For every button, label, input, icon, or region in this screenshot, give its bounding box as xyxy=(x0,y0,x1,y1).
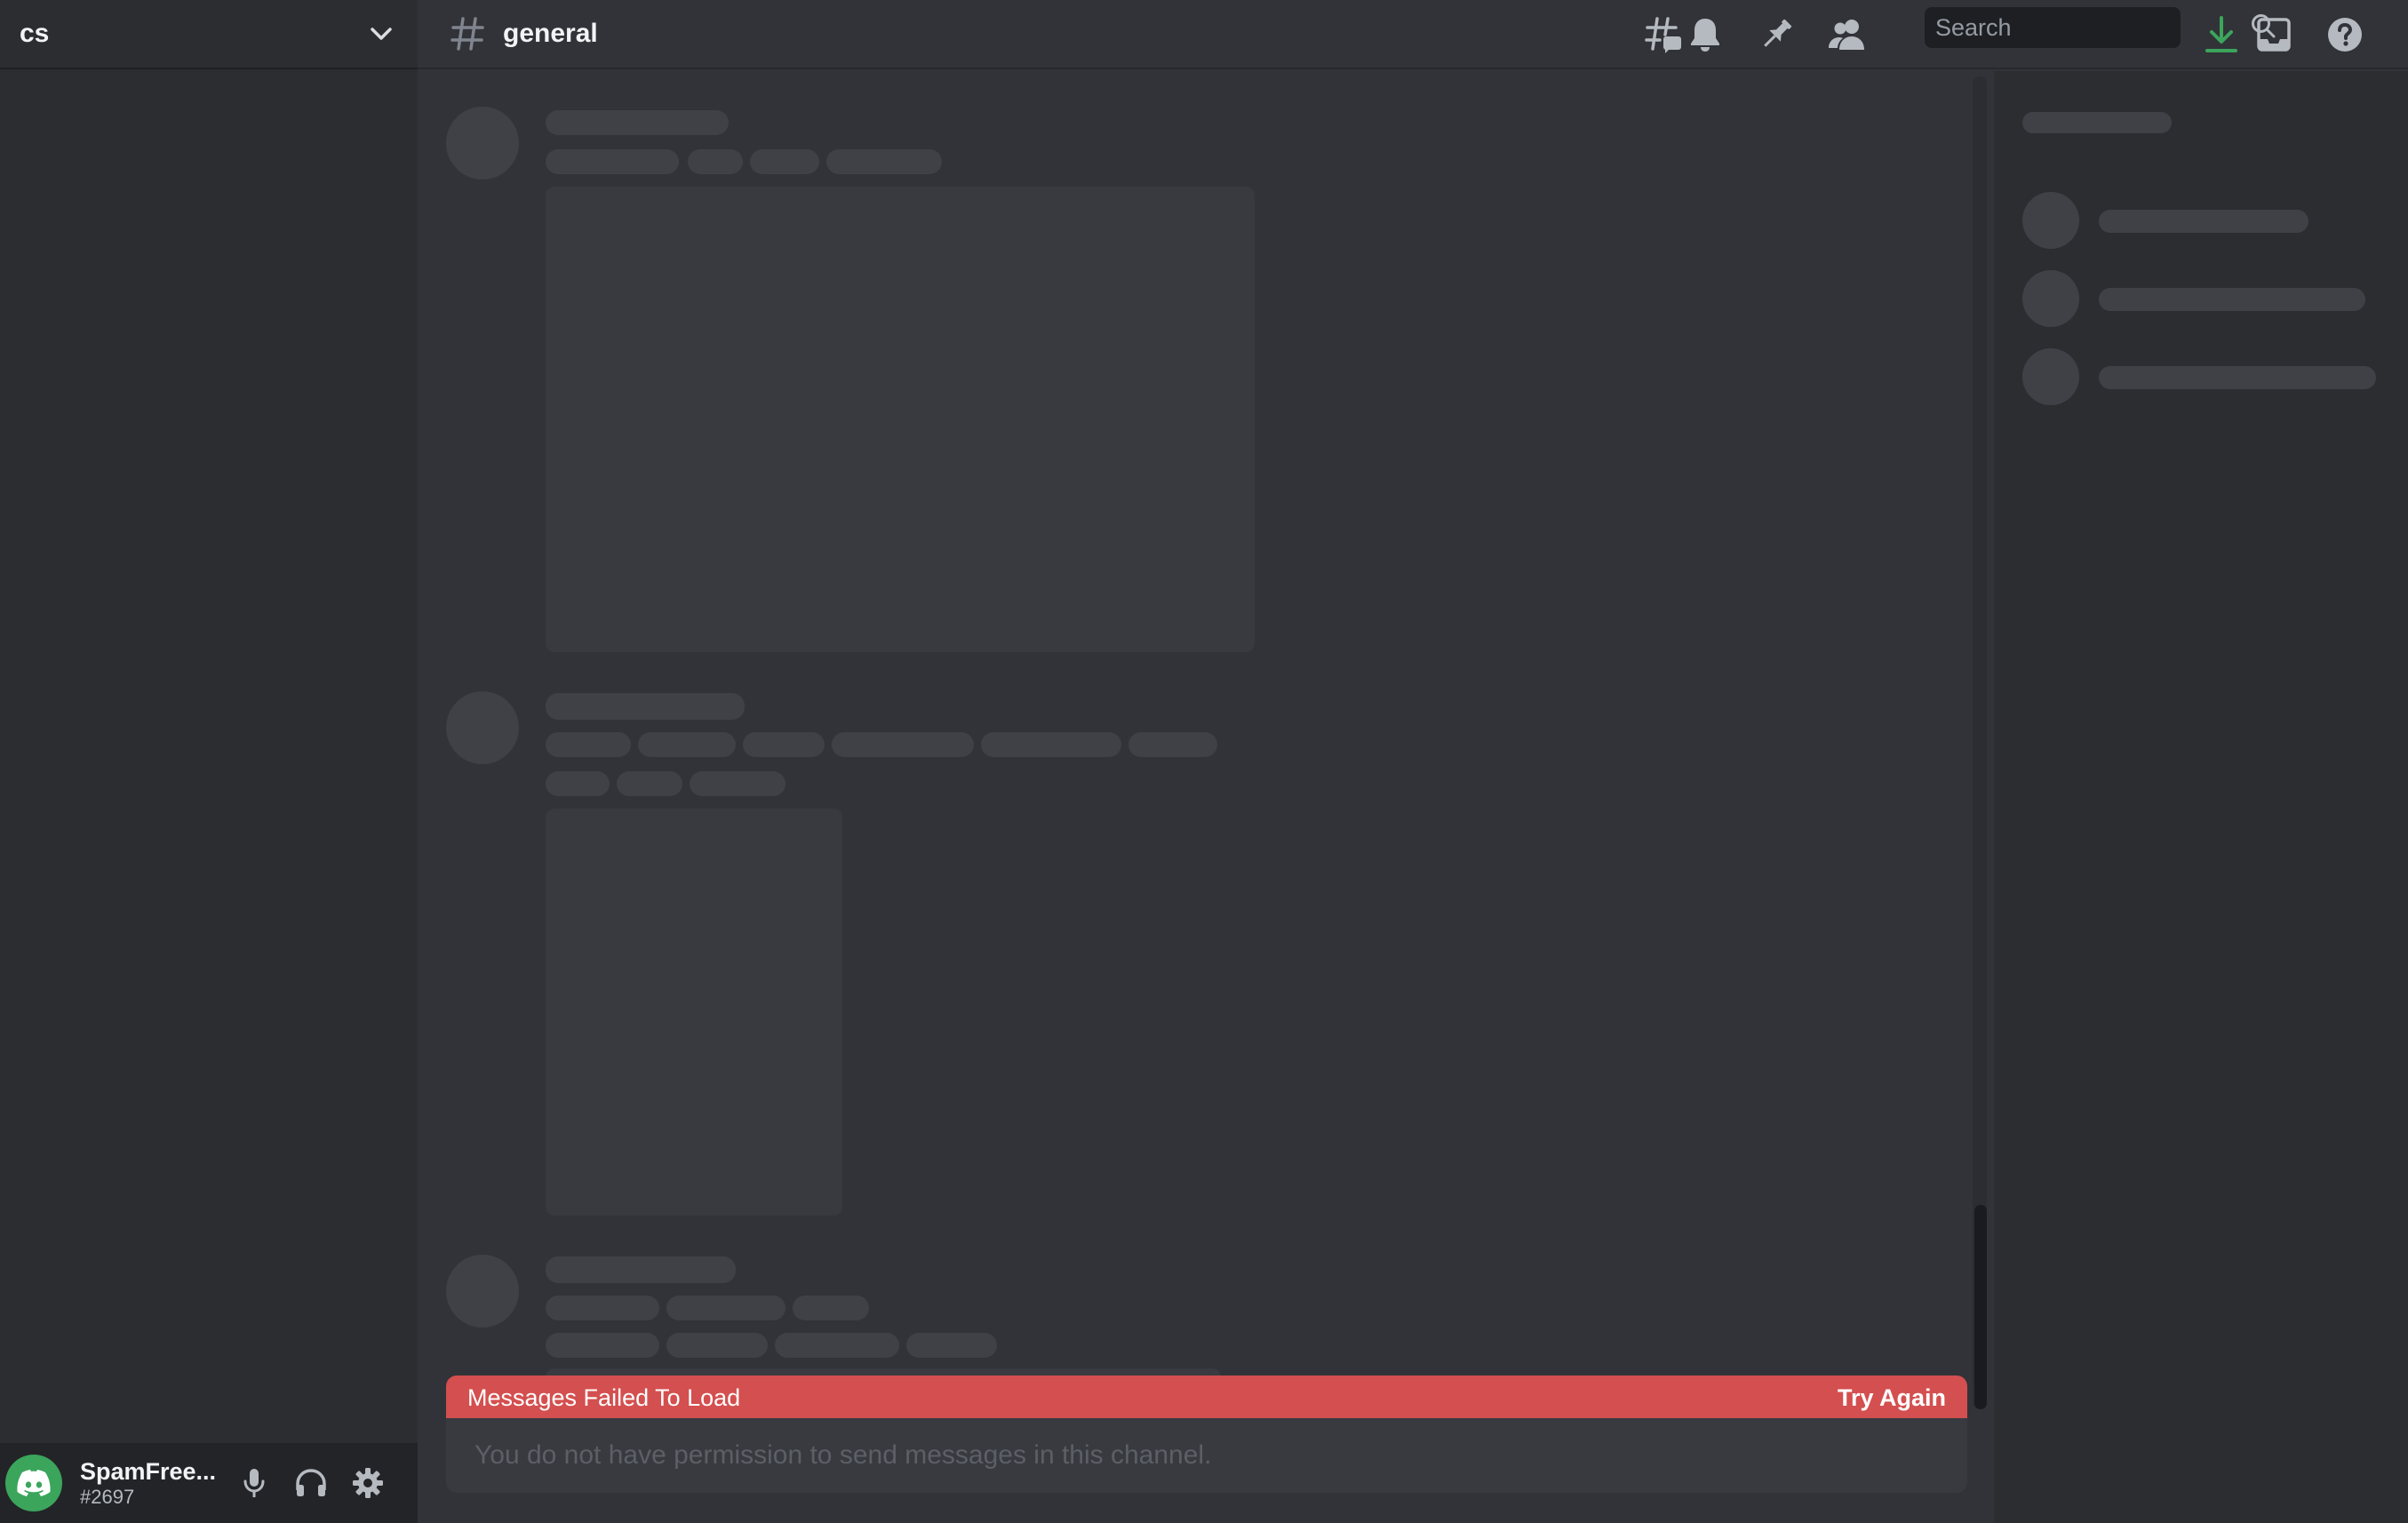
inbox-icon[interactable] xyxy=(2246,7,2301,62)
user-panel: SpamFree... #2697 xyxy=(0,1443,418,1523)
server-header[interactable]: cs xyxy=(0,0,418,69)
skeleton-text xyxy=(832,732,974,757)
message-composer: You do not have permission to send messa… xyxy=(446,1418,1967,1493)
skeleton-text xyxy=(546,149,679,174)
skeleton-username xyxy=(546,693,745,720)
user-discriminator: #2697 xyxy=(80,1485,135,1508)
skeleton-text xyxy=(638,732,736,757)
skeleton-avatar xyxy=(2022,270,2079,327)
discord-window: cs SpamFree... #2697 general Search Mess… xyxy=(0,0,2408,1523)
help-icon[interactable] xyxy=(2317,7,2372,62)
skeleton-text xyxy=(666,1333,768,1358)
username: SpamFree... xyxy=(80,1457,217,1485)
skeleton-image xyxy=(546,187,1255,652)
headphones-icon[interactable] xyxy=(286,1458,336,1508)
channel-header: general xyxy=(418,0,2408,69)
skeleton-text xyxy=(546,1296,659,1320)
error-banner: Messages Failed To Load Try Again xyxy=(446,1375,1967,1420)
skeleton-text xyxy=(743,732,825,757)
skeleton-avatar xyxy=(446,107,519,179)
skeleton-username xyxy=(546,110,729,135)
discord-logo-icon xyxy=(17,1470,51,1496)
skeleton-role-header xyxy=(2022,112,2172,133)
skeleton-text xyxy=(775,1333,899,1358)
skeleton-username xyxy=(546,1256,736,1283)
pin-icon[interactable] xyxy=(1749,7,1804,62)
search-bar[interactable] xyxy=(1925,7,2276,48)
skeleton-text xyxy=(690,771,785,796)
skeleton-text xyxy=(1128,732,1217,757)
skeleton-avatar xyxy=(446,691,519,764)
hashtag-icon xyxy=(448,14,487,53)
skeleton-text xyxy=(688,149,743,174)
members-icon[interactable] xyxy=(1820,7,1875,62)
user-info[interactable]: SpamFree... #2697 xyxy=(80,1458,222,1508)
scrollbar-thumb[interactable] xyxy=(1974,1205,1987,1409)
skeleton-text xyxy=(906,1333,997,1358)
skeleton-text xyxy=(826,149,942,174)
member-list-loading xyxy=(1994,71,2408,1523)
try-again-button[interactable]: Try Again xyxy=(1838,1384,1946,1412)
skeleton-avatar xyxy=(446,1255,519,1328)
message-list-loading xyxy=(418,71,1992,1523)
bell-icon[interactable] xyxy=(1678,7,1733,62)
skeleton-member-name xyxy=(2099,366,2376,389)
skeleton-text xyxy=(666,1296,785,1320)
skeleton-text xyxy=(617,771,682,796)
error-message: Messages Failed To Load xyxy=(467,1383,741,1411)
skeleton-avatar xyxy=(2022,192,2079,249)
avatar[interactable] xyxy=(5,1455,62,1511)
skeleton-text xyxy=(546,771,610,796)
chevron-down-icon[interactable] xyxy=(368,20,395,47)
skeleton-member-name xyxy=(2099,288,2365,311)
skeleton-text xyxy=(546,1333,659,1358)
gear-icon[interactable] xyxy=(343,1458,393,1508)
channel-name: general xyxy=(503,19,598,48)
skeleton-member-name xyxy=(2099,210,2308,233)
skeleton-text xyxy=(793,1296,869,1320)
download-icon[interactable] xyxy=(2194,7,2249,62)
skeleton-image xyxy=(546,809,842,1216)
skeleton-text xyxy=(981,732,1121,757)
microphone-icon[interactable] xyxy=(229,1458,279,1508)
server-name: cs xyxy=(20,19,50,48)
composer-disabled-text: You do not have permission to send messa… xyxy=(474,1440,1212,1470)
skeleton-avatar xyxy=(2022,348,2079,405)
skeleton-text xyxy=(750,149,819,174)
skeleton-text xyxy=(546,732,631,757)
channel-sidebar: cs SpamFree... #2697 xyxy=(0,0,418,1523)
